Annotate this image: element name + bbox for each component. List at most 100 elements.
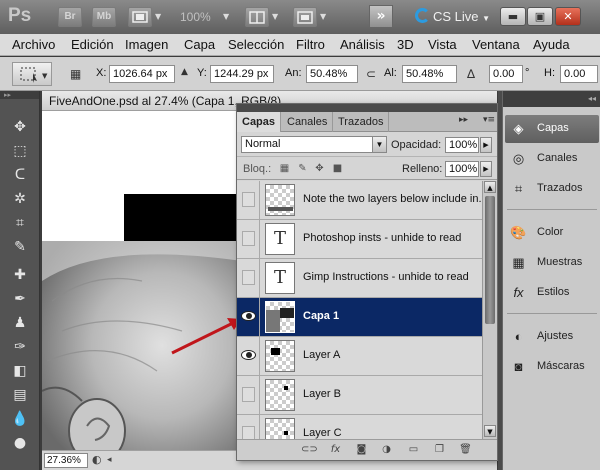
dock-item-canales[interactable]: ◎ Canales xyxy=(505,145,599,173)
trash-icon[interactable]: 🗑 xyxy=(459,444,472,456)
dock-item-capas[interactable]: ◈ Capas xyxy=(505,115,599,143)
lock-transparency-icon[interactable]: ▦ xyxy=(279,163,290,174)
visibility-toggle[interactable] xyxy=(237,415,260,439)
maximize-button[interactable]: ▣ xyxy=(527,7,553,26)
layer-row-note[interactable]: Note the two layers below include in... xyxy=(237,181,482,220)
visibility-toggle[interactable] xyxy=(237,259,260,297)
eraser-icon[interactable]: ◧ xyxy=(8,361,32,381)
visibility-toggle[interactable] xyxy=(237,298,260,336)
visibility-toggle[interactable] xyxy=(237,337,260,375)
visibility-toggle[interactable] xyxy=(237,220,260,258)
marquee-tool-icon[interactable]: ⬚ xyxy=(8,141,32,161)
menu-capa[interactable]: Capa xyxy=(184,37,215,52)
tab-canales[interactable]: Canales xyxy=(282,112,334,132)
dock-item-ajustes[interactable]: ◐ Ajustes xyxy=(505,323,599,351)
height-field[interactable]: 50.48% xyxy=(402,65,457,83)
close-button[interactable]: ✕ xyxy=(555,7,581,26)
minimize-button[interactable]: ▬ xyxy=(500,7,526,26)
dock-item-estilos[interactable]: fx Estilos xyxy=(505,279,599,307)
status-scroll-left-icon[interactable]: ◂ xyxy=(107,455,112,465)
eyedropper-icon[interactable]: ✎ xyxy=(8,237,32,257)
panel-titlebar[interactable] xyxy=(237,104,497,112)
visibility-toggle[interactable] xyxy=(237,376,260,414)
reference-point-icon[interactable]: ▦ xyxy=(70,67,81,81)
clone-stamp-icon[interactable]: ♟ xyxy=(8,313,32,333)
link-layers-icon[interactable]: ⊂⊃ xyxy=(301,444,318,456)
new-group-icon[interactable]: ▭ xyxy=(407,444,420,456)
link-icon[interactable]: ⊂ xyxy=(366,67,376,81)
menu-filtro[interactable]: Filtro xyxy=(296,37,325,52)
chevron-down-icon[interactable]: ▼ xyxy=(272,12,278,21)
angle-field[interactable]: 0.00 xyxy=(489,65,523,83)
layer-list-scrollbar[interactable]: ▲ ▼ xyxy=(482,181,497,439)
mini-bridge-button[interactable]: Mb xyxy=(92,7,116,27)
zoom-field[interactable]: 27.36% xyxy=(44,453,88,468)
blend-mode-select[interactable]: Normal ▼ xyxy=(241,136,387,153)
opacity-field[interactable]: 100% xyxy=(445,137,479,153)
bridge-button[interactable]: Br xyxy=(58,7,82,27)
scroll-up-icon[interactable]: ▲ xyxy=(484,181,496,193)
layer-row-gimp-instructions[interactable]: T Gimp Instructions - unhide to read xyxy=(237,259,482,298)
fill-field[interactable]: 100% xyxy=(445,161,479,177)
lock-all-icon[interactable]: ■ xyxy=(332,163,343,174)
tab-capas[interactable]: Capas xyxy=(237,112,282,132)
move-tool-icon[interactable]: ✥ xyxy=(8,117,32,137)
width-field[interactable]: 50.48% xyxy=(306,65,358,83)
menu-3d[interactable]: 3D xyxy=(397,37,414,52)
dock-item-color[interactable]: 🎨 Color xyxy=(505,219,599,247)
layer-row-layer-c[interactable]: Layer C xyxy=(237,415,482,439)
menu-ventana[interactable]: Ventana xyxy=(472,37,520,52)
menu-ayuda[interactable]: Ayuda xyxy=(533,37,570,52)
layer-style-icon[interactable]: fx xyxy=(329,444,342,456)
layer-row-layer-b[interactable]: Layer B xyxy=(237,376,482,415)
zoom-level[interactable]: 100% xyxy=(180,10,211,24)
menu-edicion[interactable]: Edición xyxy=(71,37,114,52)
visibility-toggle[interactable] xyxy=(237,181,260,219)
chevron-down-icon[interactable]: ▼ xyxy=(223,12,229,21)
fill-slider-icon[interactable]: ▶ xyxy=(480,161,492,177)
layer-row-photoshop-insts[interactable]: T Photoshop insts - unhide to read xyxy=(237,220,482,259)
expand-dock-icon[interactable]: ◂◂ xyxy=(503,91,600,107)
opacity-slider-icon[interactable]: ▶ xyxy=(480,137,492,153)
lock-pixels-icon[interactable]: ✎ xyxy=(297,163,308,174)
screen-mode-button[interactable] xyxy=(293,7,317,27)
x-position-field[interactable]: 1026.64 px xyxy=(109,65,175,83)
dock-item-trazados[interactable]: ⌗ Trazados xyxy=(505,175,599,203)
blur-tool-icon[interactable]: 💧 xyxy=(8,409,32,429)
layer-mask-icon[interactable]: ◙ xyxy=(355,444,368,456)
delta-icon[interactable]: ▲ xyxy=(181,67,188,77)
brush-tool-icon[interactable]: ✒ xyxy=(8,289,32,309)
crop-tool-icon[interactable]: ⌗ xyxy=(8,213,32,233)
lock-position-icon[interactable]: ✥ xyxy=(314,163,325,174)
hskew-field[interactable]: 0.00 xyxy=(560,65,598,83)
layer-row-layer-a[interactable]: Layer A xyxy=(237,337,482,376)
arrange-documents-button[interactable] xyxy=(245,7,269,27)
gradient-tool-icon[interactable]: ▤ xyxy=(8,385,32,405)
menu-analisis[interactable]: Análisis xyxy=(340,37,385,52)
status-info-icon[interactable]: ◐ xyxy=(92,453,102,466)
dock-item-mascaras[interactable]: ◙ Máscaras xyxy=(505,353,599,381)
collapse-panel-icon[interactable]: ▸▸ xyxy=(459,115,468,125)
panel-menu-icon[interactable]: ▾≡ xyxy=(483,115,495,125)
menu-imagen[interactable]: Imagen xyxy=(125,37,168,52)
chevron-down-icon[interactable]: ▼ xyxy=(155,12,161,21)
lasso-tool-icon[interactable]: ᑕ xyxy=(8,165,32,185)
dodge-tool-icon[interactable]: ● xyxy=(8,433,32,453)
history-brush-icon[interactable]: ✑ xyxy=(8,337,32,357)
scroll-down-icon[interactable]: ▼ xyxy=(484,425,496,437)
scroll-thumb[interactable] xyxy=(485,196,495,324)
menu-archivo[interactable]: Archivo xyxy=(12,37,55,52)
adjustment-layer-icon[interactable]: ◑ xyxy=(380,444,393,456)
tab-trazados[interactable]: Trazados xyxy=(333,112,390,132)
tool-preset-picker[interactable]: ▼ xyxy=(12,62,52,86)
chevron-down-icon[interactable]: ▼ xyxy=(320,12,326,21)
cs-live-menu[interactable]: CS Live ▼ xyxy=(415,8,490,24)
menu-seleccion[interactable]: Selección xyxy=(228,37,284,52)
new-layer-icon[interactable]: ❐ xyxy=(433,444,446,456)
view-extras-button[interactable] xyxy=(128,7,152,27)
magic-wand-icon[interactable]: ✲ xyxy=(8,189,32,209)
extensions-button[interactable]: » xyxy=(369,5,393,28)
dock-item-muestras[interactable]: ▦ Muestras xyxy=(505,249,599,277)
y-position-field[interactable]: 1244.29 px xyxy=(210,65,274,83)
healing-brush-icon[interactable]: ✚ xyxy=(8,265,32,285)
